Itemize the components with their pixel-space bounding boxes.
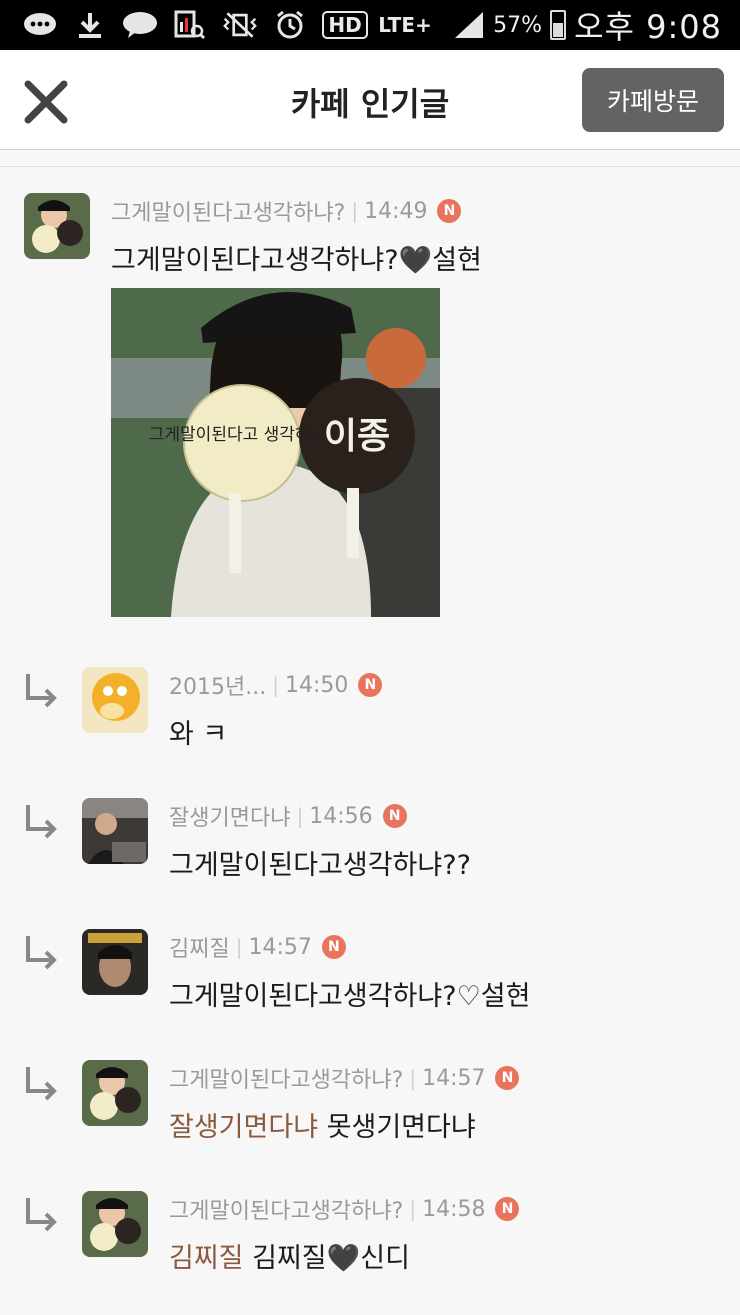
comment-author[interactable]: 김찌질 [169, 931, 230, 963]
sign-right-text: 이종 [324, 416, 390, 457]
lte-icon: LTE+ [378, 10, 432, 40]
meta-separator: | [296, 804, 304, 828]
divider [0, 166, 740, 167]
comment-author[interactable]: 그게말이된다고생각하냐? [169, 1062, 403, 1094]
avatar-image [82, 1060, 148, 1126]
comment-text: 김찌질 김찌질🖤신디 [169, 1236, 410, 1275]
comment-body: 못생기면다냐 [326, 1112, 476, 1143]
meta-separator: | [409, 1066, 417, 1090]
hd-icon: HD [322, 10, 368, 40]
comment-meta: 잘생기면다냐 | 14:56 N [169, 801, 407, 831]
comment-text: 잘생기면다냐 못생기면다냐 [169, 1105, 476, 1144]
comment-text: 그게말이된다고생각하냐?🖤설현 [111, 245, 482, 276]
app-header: 카페 인기글 카페방문 [0, 50, 740, 150]
comment-meta: 그게말이된다고생각하냐? | 14:49 N [111, 195, 462, 227]
alarm-icon [272, 10, 308, 40]
avatar[interactable] [82, 1191, 148, 1257]
avatar[interactable] [82, 1060, 148, 1126]
new-badge: N [437, 199, 462, 223]
lte-label: LTE+ [378, 13, 432, 37]
comment-meta: 그게말이된다고생각하냐? | 14:58 N [169, 1193, 520, 1225]
reply-arrow-icon [26, 1198, 57, 1232]
avatar[interactable] [82, 667, 148, 733]
reply-arrow-icon [26, 936, 57, 970]
comment-meta: 그게말이된다고생각하냐? | 14:57 N [169, 1062, 520, 1094]
new-badge: N [495, 1197, 520, 1221]
photo-image: 그게말이된다고 생각하냐? 이종 [111, 288, 440, 617]
reply-arrow-icon [26, 805, 57, 839]
comment-text: 와 ㅋ [169, 712, 227, 751]
message-icon [22, 10, 58, 40]
search-chart-icon [172, 10, 208, 40]
comment-body: 그게말이된다고생각하냐?? [169, 850, 471, 881]
avatar-image [82, 929, 148, 995]
comment-time: 14:57 [248, 934, 312, 960]
avatar[interactable] [82, 929, 148, 995]
kakao-talk-icon [122, 10, 158, 40]
comment-author[interactable]: 잘생기면다냐 [169, 800, 290, 832]
status-right: 57% 오후 9:08 [453, 4, 722, 46]
cafe-visit-button[interactable]: 카페방문 [582, 68, 724, 132]
meta-separator: | [351, 199, 359, 223]
reply-arrow-icon [26, 1067, 57, 1101]
comment-time: 14:49 [364, 198, 428, 224]
clock: 오후 9:08 [574, 8, 722, 46]
vibrate-mute-icon [222, 10, 258, 40]
mention-link[interactable]: 잘생기면다냐 [169, 1112, 318, 1143]
comment-meta: 2015년... | 14:50 N [169, 669, 383, 701]
post-photo[interactable]: 그게말이된다고 생각하냐? 이종 [111, 288, 440, 617]
download-icon [72, 10, 108, 40]
comment-body: 와 ㅋ [169, 719, 228, 750]
comment-body: 김찌질🖤신디 [252, 1243, 410, 1274]
comment-text: 그게말이된다고생각하냐?♡설현 [169, 974, 530, 1013]
comment-time: 14:50 [284, 672, 349, 698]
avatar-image [24, 193, 90, 259]
new-badge: N [321, 935, 346, 959]
sign-left-text: 그게말이된다고 생각하냐? [149, 425, 335, 445]
meta-separator: | [235, 935, 243, 959]
comment-body: 그게말이된다고생각하냐?♡설현 [169, 981, 531, 1012]
meta-separator: | [272, 673, 279, 697]
avatar-image [82, 667, 148, 733]
avatar[interactable] [24, 193, 90, 259]
avatar-image [82, 1191, 148, 1257]
mention-link[interactable]: 김찌질 [169, 1243, 244, 1274]
meta-separator: | [409, 1197, 417, 1221]
comment-author[interactable]: 그게말이된다고생각하냐? [169, 1193, 403, 1225]
reply-arrow-icon [26, 674, 57, 708]
new-badge: N [358, 673, 383, 697]
comment-time: 14:56 [309, 803, 373, 829]
comment-author[interactable]: 2015년... [169, 669, 266, 701]
hd-label: HD [322, 11, 368, 39]
battery-percent: 57% [493, 12, 543, 38]
new-badge: N [495, 1066, 520, 1090]
avatar[interactable] [82, 798, 148, 864]
new-badge: N [382, 804, 407, 828]
comment-meta: 김찌질 | 14:57 N [169, 932, 346, 962]
comment-author[interactable]: 그게말이된다고생각하냐? [111, 195, 345, 227]
notification-icons: HD LTE+ [22, 8, 432, 42]
comment-text: 그게말이된다고생각하냐?? [169, 843, 471, 882]
status-bar: HD LTE+ 57% 오후 9:08 [0, 0, 740, 50]
signal-icon [455, 12, 484, 38]
battery-icon [550, 10, 567, 40]
avatar-image [82, 798, 148, 864]
comment-time: 14:57 [422, 1065, 486, 1091]
comment-time: 14:58 [422, 1196, 486, 1222]
